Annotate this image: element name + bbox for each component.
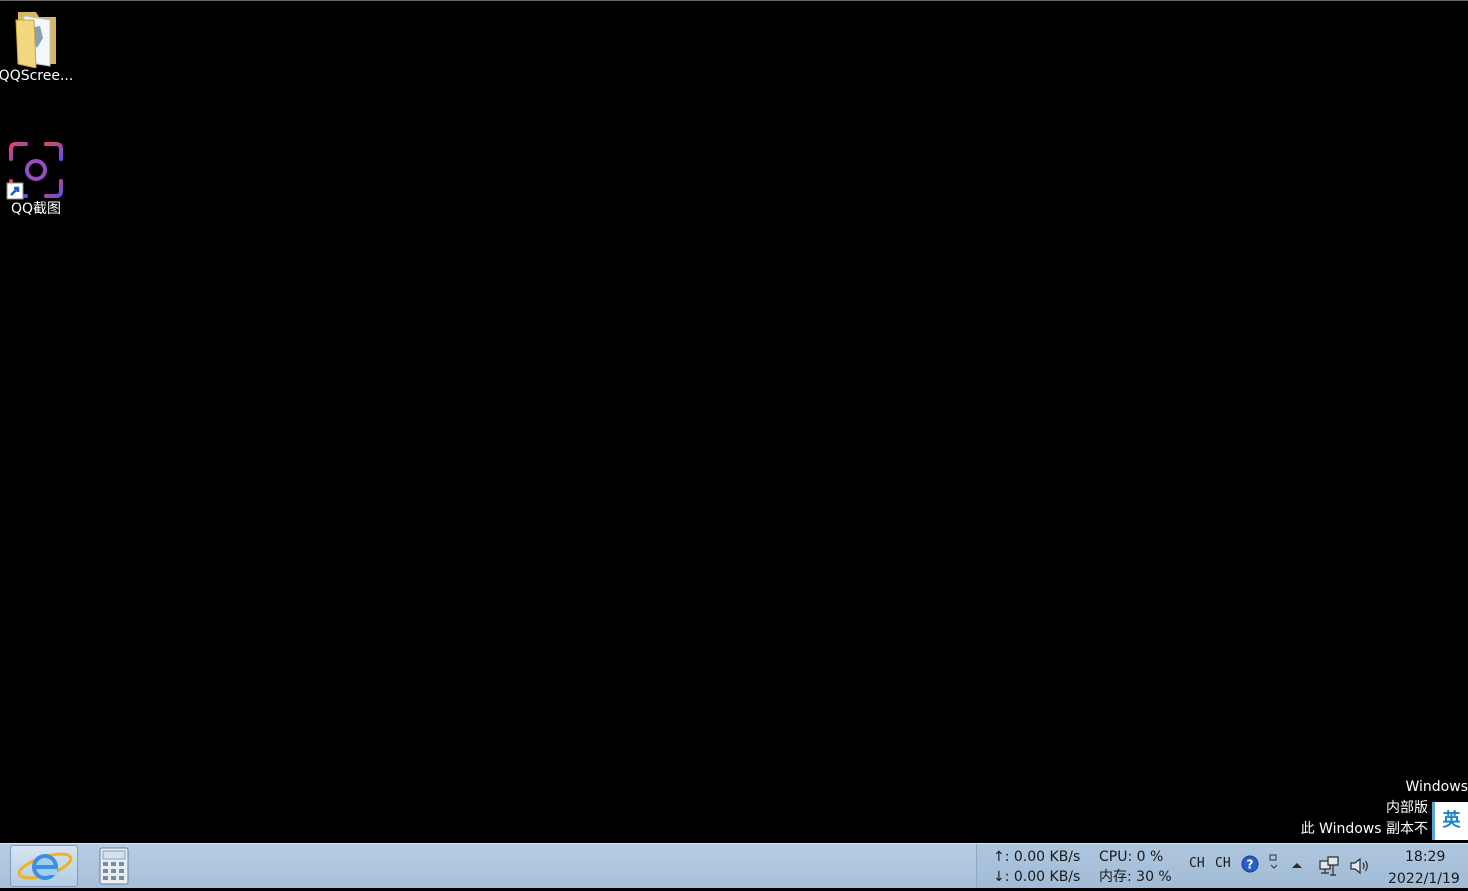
memory-usage: 内存: 30 % <box>1099 869 1172 885</box>
watermark-line-1: Windows <box>1405 779 1468 795</box>
desktop-icon-qqscreenshot-folder[interactable]: QQScree... <box>0 6 74 84</box>
help-icon[interactable]: ? <box>1241 855 1259 873</box>
show-hidden-icons-arrow-icon[interactable] <box>1291 861 1303 869</box>
clock-date[interactable]: 2022/1/19 <box>1388 869 1460 889</box>
top-border <box>0 0 1468 1</box>
volume-icon[interactable] <box>1349 856 1371 876</box>
network-upload-speed: ↑: 0.00 KB/s <box>993 849 1081 865</box>
taskbar-internet-explorer-button[interactable] <box>10 845 78 887</box>
svg-text:?: ? <box>1247 858 1254 872</box>
input-options-icon[interactable] <box>1269 853 1279 873</box>
ime-language-ch-2[interactable]: CH <box>1215 856 1231 871</box>
desktop: QQScree... QQ截图 Windows 内部版 此 Windows 副本… <box>0 0 1468 843</box>
system-tray: ↑: 0.00 KB/s ↓: 0.00 KB/s CPU: 0 % 内存: 3… <box>976 844 1468 888</box>
taskbar-calculator-button[interactable] <box>92 845 136 887</box>
folder-icon <box>15 12 56 68</box>
cpu-usage: CPU: 0 % <box>1099 849 1164 865</box>
network-icon[interactable] <box>1319 856 1341 876</box>
desktop-icon-qq-screenshot[interactable]: QQ截图 <box>0 139 74 217</box>
desktop-icon-label: QQScree... <box>0 68 74 84</box>
ime-language-ch-1[interactable]: CH <box>1189 856 1205 871</box>
internet-explorer-icon <box>17 852 73 880</box>
ime-language-indicator[interactable]: 英 <box>1432 802 1468 840</box>
desktop-icon-label: QQ截图 <box>10 201 62 217</box>
screenshot-tool-icon <box>6 142 63 200</box>
taskbar: ↑: 0.00 KB/s ↓: 0.00 KB/s CPU: 0 % 内存: 3… <box>0 843 1468 888</box>
clock-time[interactable]: 18:29 <box>1405 847 1445 867</box>
calculator-icon <box>99 847 129 885</box>
network-download-speed: ↓: 0.00 KB/s <box>993 869 1081 885</box>
